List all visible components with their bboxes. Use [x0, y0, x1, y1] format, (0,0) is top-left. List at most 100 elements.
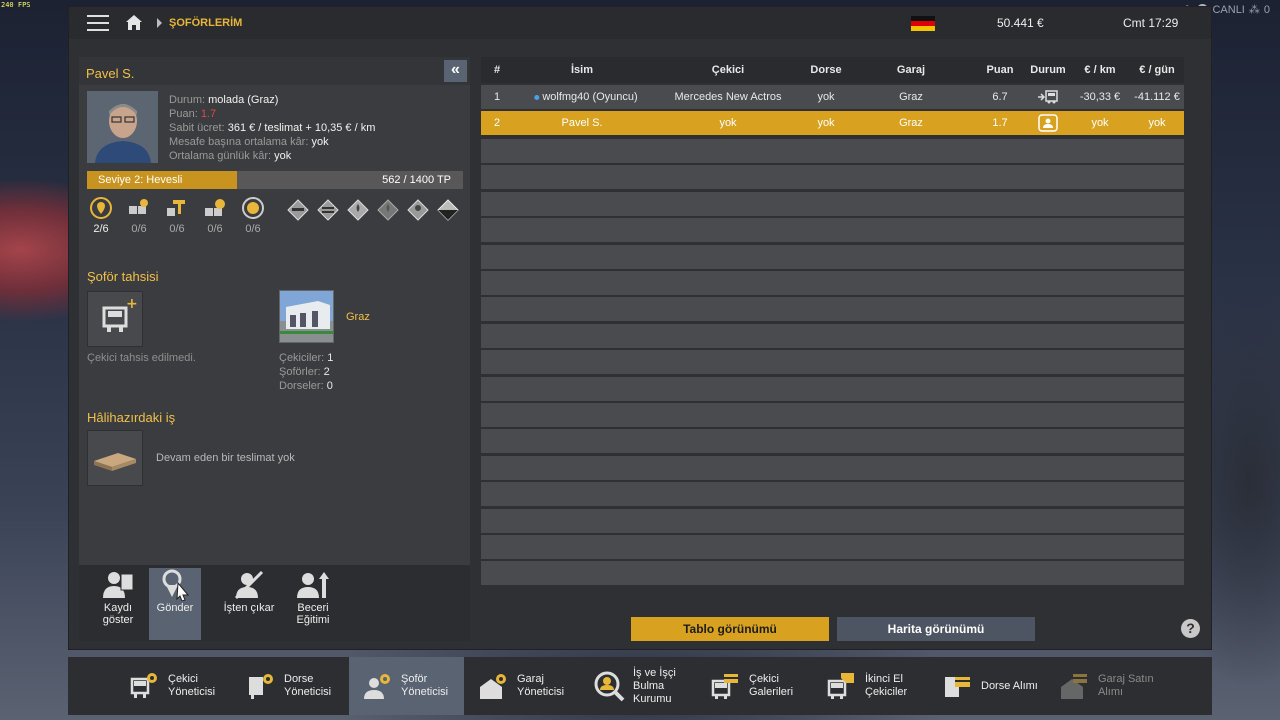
col-name[interactable]: İsim	[571, 64, 593, 76]
nav-label: Çekici	[168, 673, 198, 685]
nav-label-2: Galerileri	[749, 686, 794, 698]
buy-garage-icon	[1061, 674, 1087, 699]
fragile-cargo-icon	[205, 199, 225, 216]
breadcrumb[interactable]: ŞOFÖRLERİM	[169, 17, 242, 29]
skill-value: 2/6	[93, 223, 109, 235]
show-record-button[interactable]: Kaydı göster	[89, 568, 147, 640]
driver-detail-panel: Pavel S. « Durum: molada (Graz) Puan: 1.…	[79, 57, 470, 641]
nav-driver-manager[interactable]: Şoför Yöneticisi	[349, 657, 464, 715]
send-button[interactable]: Gönder	[149, 568, 201, 640]
map-view-button[interactable]: Harita görünümü	[837, 617, 1035, 641]
menu-icon[interactable]	[87, 15, 109, 31]
truck-manager-icon	[130, 673, 157, 698]
col-status[interactable]: Durum	[1030, 64, 1065, 76]
row-garage: Graz	[899, 117, 923, 129]
viewer-count: 0	[1263, 3, 1270, 16]
fire-button[interactable]: İşten çıkar	[211, 568, 287, 640]
row-eur-day: yok	[1148, 117, 1166, 129]
skill-value: 0/6	[169, 223, 185, 235]
col-rating[interactable]: Puan	[987, 64, 1014, 76]
nav-buy-trailer[interactable]: Dorse Alımı	[929, 657, 1059, 715]
nav-recruitment[interactable]: İş ve İşçi Bulma Kurumu	[581, 657, 696, 715]
svg-text:+: +	[126, 296, 138, 312]
col-eur-km[interactable]: € / km	[1084, 64, 1115, 76]
fire-driver-icon	[234, 570, 264, 600]
driver-portrait	[87, 91, 158, 163]
nav-truck-dealers[interactable]: Çekici Galerileri	[697, 657, 812, 715]
table-row[interactable]: 1 wolfmg40 (Oyuncu) Mercedes New Actros …	[481, 85, 1184, 109]
table-row[interactable]: 2 Pavel S. yok yok Graz 1.7 yok yok	[481, 111, 1184, 135]
col-truck[interactable]: Çekici	[712, 64, 744, 76]
trucks-value: 1	[327, 352, 334, 364]
bottom-navigation: Çekici Yöneticisi Dorse Yöneticisi Şoför Yö…	[68, 657, 1212, 715]
nav-garage-manager[interactable]: Garaj Yöneticisi	[465, 657, 580, 715]
trucks-label: Çekiciler:	[279, 352, 325, 364]
table-header: # İsim Çekici Dorse Garaj Puan Durum € /…	[481, 57, 1184, 83]
empty-table-row	[481, 271, 1184, 295]
nav-label: Çekici	[749, 673, 779, 685]
row-num: 2	[493, 117, 501, 129]
table-view-button[interactable]: Tablo görünümü	[631, 617, 829, 641]
skill-heavy[interactable]: 0/6	[165, 197, 189, 235]
germany-flag-icon	[911, 16, 935, 31]
skill-eco[interactable]: 0/6	[241, 197, 265, 235]
skill-training-button[interactable]: Beceri Eğitimi	[285, 568, 341, 640]
drivers-window: ŞOFÖRLERİM 50.441 € Cmt 17:29 Pavel S. «…	[68, 6, 1212, 650]
driver-info: Durum: molada (Graz) Puan: 1.7 Sabit ücr…	[169, 93, 375, 163]
assign-truck-slot[interactable]: +	[87, 291, 143, 347]
nav-label-3: Kurumu	[633, 692, 672, 705]
col-num[interactable]: #	[494, 64, 500, 76]
row-trailer: yok	[817, 117, 835, 129]
nav-label-2: Alımı	[1098, 686, 1124, 698]
row-name: wolfmg40 (Oyuncu)	[542, 91, 638, 103]
nav-label-2: Yöneticisi	[401, 686, 449, 698]
empty-table-row	[481, 376, 1184, 401]
nav-label: Dorse	[284, 673, 314, 685]
money-balance: 50.441 €	[997, 16, 1044, 30]
empty-table-row	[481, 429, 1184, 454]
nav-truck-manager[interactable]: Çekici Yöneticisi	[116, 657, 231, 715]
empty-table-row	[481, 244, 1184, 269]
breadcrumb-arrow-icon	[157, 18, 162, 28]
adr-flammable-liquid-icon	[347, 199, 369, 221]
nav-label-2: Çekiciler	[865, 686, 908, 698]
skills-row: 2/6 0/6 0/6 0/6 0/6	[89, 197, 265, 235]
garage-thumbnail[interactable]	[279, 290, 334, 343]
assignment-title: Şoför tahsisi	[87, 269, 159, 284]
nav-label-2: Bulma	[633, 679, 665, 692]
nav-trailer-manager[interactable]: Dorse Yöneticisi	[232, 657, 347, 715]
nav-label-2: Yöneticisi	[284, 686, 332, 698]
home-icon[interactable]	[125, 14, 143, 31]
skill-fragile[interactable]: 0/6	[203, 197, 227, 235]
col-garage[interactable]: Garaj	[897, 64, 925, 76]
empty-table-row	[481, 139, 1184, 163]
profit-day-value: yok	[274, 150, 292, 162]
row-rating: 1.7	[992, 117, 1008, 129]
nav-label: Garaj Satın	[1098, 673, 1154, 685]
status-label: Durum:	[169, 94, 206, 106]
driver-action-bar: Kaydı göster Gönder İşten çıkar Beceri E…	[79, 565, 470, 641]
collapse-panel-button[interactable]: «	[444, 60, 467, 82]
current-job-title: Hâlihazırdaki iş	[87, 410, 176, 425]
profit-day-label: Ortalama günlük kâr:	[169, 150, 272, 162]
driver-manager-icon	[364, 674, 390, 699]
rating-label: Puan:	[169, 108, 198, 120]
skill-long-distance[interactable]: 0/6	[127, 197, 151, 235]
game-time: Cmt 17:29	[1123, 16, 1179, 30]
nav-used-trucks[interactable]: İkinci El Çekiciler	[813, 657, 928, 715]
location-pin-icon	[90, 197, 112, 219]
nav-label: Dorse Alımı	[981, 679, 1038, 692]
trailer-manager-icon	[249, 674, 273, 699]
rating-value: 1.7	[200, 108, 217, 120]
empty-table-row	[481, 323, 1184, 348]
row-rating: 6.7	[992, 91, 1008, 103]
nav-buy-garage[interactable]: Garaj Satın Alımı	[1046, 657, 1161, 715]
adr-gases-icon	[317, 199, 339, 221]
empty-table-row	[481, 403, 1184, 427]
col-eur-day[interactable]: € / gün	[1139, 64, 1174, 76]
garage-name[interactable]: Graz	[346, 311, 370, 323]
resting-driver-icon	[1038, 114, 1058, 132]
col-trailer[interactable]: Dorse	[810, 64, 841, 76]
skill-adr[interactable]: 2/6	[89, 197, 113, 235]
help-icon[interactable]: ?	[1181, 619, 1200, 638]
